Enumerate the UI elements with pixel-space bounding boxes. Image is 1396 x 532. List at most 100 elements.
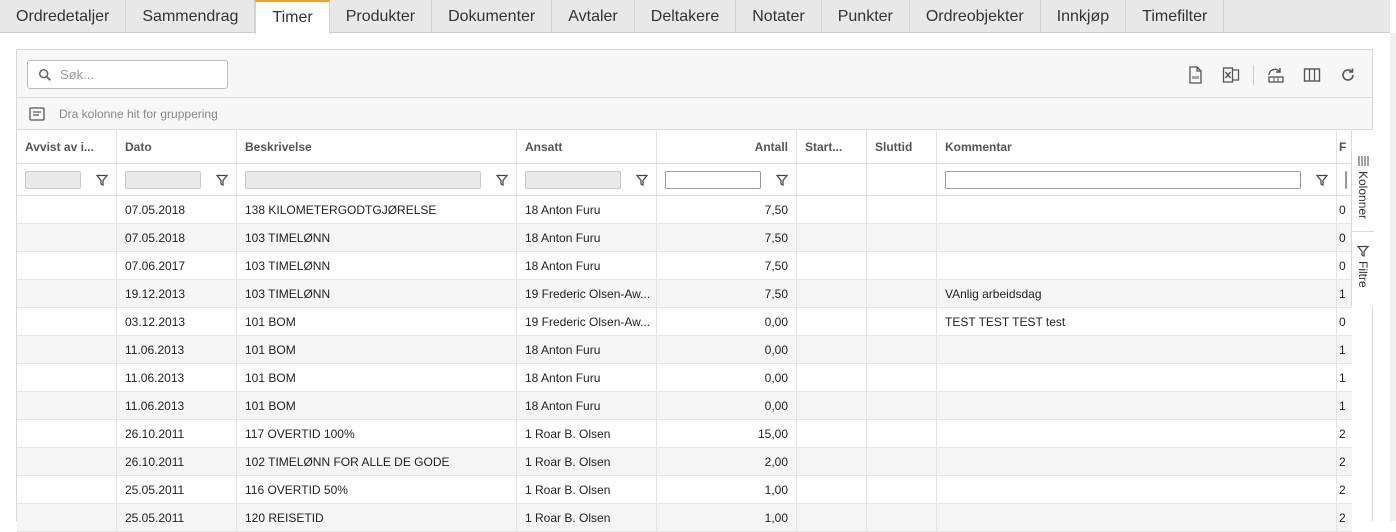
tab-produkter[interactable]: Produkter	[330, 0, 433, 33]
filters-panel-button[interactable]: Filtre	[1352, 245, 1374, 300]
column-header-ansatt[interactable]: Ansatt	[517, 131, 657, 163]
cell-slutt	[867, 196, 937, 223]
group-icon	[29, 106, 45, 121]
cell-beskrivelse: 101 BOM	[237, 336, 517, 363]
column-header-last[interactable]: F	[1337, 131, 1352, 163]
filter-input-last[interactable]	[1345, 170, 1347, 189]
tab-ordreobjekter[interactable]: Ordreobjekter	[910, 0, 1041, 33]
filter-funnel-icon[interactable]	[216, 174, 228, 186]
tab-punkter[interactable]: Punkter	[822, 0, 910, 33]
filter-input-dato[interactable]	[125, 170, 201, 189]
cell-antall: 0,00	[657, 364, 797, 391]
cell-slutt	[867, 504, 937, 531]
column-header-start[interactable]: Start...	[797, 131, 867, 163]
cell-kommentar: TEST TEST TEST test	[937, 308, 1337, 335]
filter-input-ansatt[interactable]	[525, 170, 621, 189]
cell-start	[797, 252, 867, 279]
cell-last: 0	[1339, 202, 1346, 217]
cell-kommentar	[937, 392, 1337, 419]
filter-input-avvist[interactable]	[25, 170, 81, 189]
reset-layout-icon[interactable]	[1266, 65, 1286, 85]
table-row[interactable]: 11.06.2013 101 BOM 18 Anton Furu 0,00 1	[17, 392, 1352, 420]
group-drop-zone[interactable]: Dra kolonne hit for gruppering	[17, 98, 1372, 130]
column-header-kommentar[interactable]: Kommentar	[937, 131, 1337, 163]
filter-cell-dato	[117, 164, 237, 195]
cell-beskrivelse: 103 TIMELØNN	[237, 224, 517, 251]
table-row[interactable]: 26.10.2011 102 TIMELØNN FOR ALLE DE GODE 1…	[17, 448, 1352, 476]
filter-funnel-icon[interactable]	[96, 174, 108, 186]
columns-panel-button[interactable]: Kolonner	[1352, 155, 1374, 225]
cell-ansatt: 18 Anton Furu	[517, 252, 657, 279]
cell-antall: 15,00	[657, 420, 797, 447]
column-header-avvist[interactable]: Avvist av i...	[17, 131, 117, 163]
cell-avvist	[17, 224, 117, 251]
tab-sammendrag[interactable]: Sammendrag	[126, 0, 256, 33]
cell-antall: 1,00	[657, 504, 797, 531]
refresh-icon[interactable]	[1338, 65, 1358, 85]
filter-funnel-icon[interactable]	[1316, 174, 1328, 186]
filter-cell-start	[797, 164, 867, 195]
cell-avvist	[17, 364, 117, 391]
table-row[interactable]: 07.05.2018 103 TIMELØNN 18 Anton Furu 7,50 0	[17, 224, 1352, 252]
cell-last: 0	[1339, 258, 1346, 273]
cell-antall: 7,50	[657, 280, 797, 307]
table-row[interactable]: 07.05.2018 138 KILOMETERGODTGJØRELSE 18 An…	[17, 196, 1352, 224]
cell-beskrivelse: 116 OVERTID 50%	[237, 476, 517, 503]
tab-innkjøp[interactable]: Innkjøp	[1041, 0, 1127, 33]
grid-toolbar	[17, 50, 1372, 98]
cell-dato: 11.06.2013	[117, 364, 237, 391]
table-row[interactable]: 26.10.2011 117 OVERTID 100% 1 Roar B. Olse…	[17, 420, 1352, 448]
filter-funnel-icon[interactable]	[776, 174, 788, 186]
cell-beskrivelse: 101 BOM	[237, 308, 517, 335]
tab-deltakere[interactable]: Deltakere	[635, 0, 737, 33]
table-row[interactable]: 11.06.2013 101 BOM 18 Anton Furu 0,00 1	[17, 336, 1352, 364]
filter-funnel-icon[interactable]	[636, 174, 648, 186]
excel-export-icon[interactable]	[1221, 65, 1241, 85]
filter-input-beskrivelse[interactable]	[245, 170, 481, 189]
cell-ansatt: 18 Anton Furu	[517, 336, 657, 363]
filter-input-kommentar[interactable]	[945, 170, 1301, 189]
cell-start	[797, 448, 867, 475]
cell-beskrivelse: 117 OVERTID 100%	[237, 420, 517, 447]
table-row[interactable]: 19.12.2013 103 TIMELØNN 19 Frederic Olsen-…	[17, 280, 1352, 308]
tab-timer[interactable]: Timer	[255, 0, 330, 34]
tab-timefilter[interactable]: Timefilter	[1126, 0, 1225, 33]
tab-dokumenter[interactable]: Dokumenter	[432, 0, 553, 33]
cell-antall: 7,50	[657, 224, 797, 251]
cell-beskrivelse: 120 REISETID	[237, 504, 517, 531]
table-row[interactable]: 25.05.2011 116 OVERTID 50% 1 Roar B. Olsen…	[17, 476, 1352, 504]
cell-dato: 07.05.2018	[117, 224, 237, 251]
cell-dato: 11.06.2013	[117, 392, 237, 419]
column-header-beskrivelse[interactable]: Beskrivelse	[237, 131, 517, 163]
filter-cell-avvist	[17, 164, 117, 195]
cell-avvist	[17, 280, 117, 307]
table-row[interactable]: 07.06.2017 103 TIMELØNN 18 Anton Furu 7,50 0	[17, 252, 1352, 280]
side-divider	[1352, 231, 1374, 232]
cell-start	[797, 280, 867, 307]
column-header-dato[interactable]: Dato	[117, 131, 237, 163]
cell-dato: 25.05.2011	[117, 504, 237, 531]
cell-ansatt: 1 Roar B. Olsen	[517, 504, 657, 531]
columns-icon[interactable]	[1302, 65, 1322, 85]
group-hint: Dra kolonne hit for gruppering	[59, 106, 218, 121]
filter-funnel-icon[interactable]	[496, 174, 508, 186]
filter-cell-sluttid	[867, 164, 937, 195]
filter-input-antall[interactable]	[665, 170, 761, 189]
table-row[interactable]: 11.06.2013 101 BOM 18 Anton Furu 0,00 1	[17, 364, 1352, 392]
tab-ordredetaljer[interactable]: Ordredetaljer	[0, 0, 127, 33]
column-header-antall[interactable]: Antall	[657, 131, 797, 163]
tab-avtaler[interactable]: Avtaler	[552, 0, 635, 33]
cell-avvist	[17, 252, 117, 279]
column-header-sluttid[interactable]: Sluttid	[867, 131, 937, 163]
cell-dato: 19.12.2013	[117, 280, 237, 307]
filter-cell-ansatt	[517, 164, 657, 195]
page-scrollbar[interactable]	[1390, 33, 1396, 521]
cell-last: 2	[1339, 426, 1346, 441]
search-input[interactable]	[60, 67, 220, 82]
pdf-export-icon[interactable]	[1185, 65, 1205, 85]
table-row[interactable]: 03.12.2013 101 BOM 19 Frederic Olsen-Aw...…	[17, 308, 1352, 336]
search-box[interactable]	[27, 60, 228, 89]
tab-notater[interactable]: Notater	[736, 0, 822, 33]
cell-ansatt: 1 Roar B. Olsen	[517, 420, 657, 447]
table-row[interactable]: 25.05.2011 120 REISETID 1 Roar B. Olsen 1,0…	[17, 504, 1352, 532]
